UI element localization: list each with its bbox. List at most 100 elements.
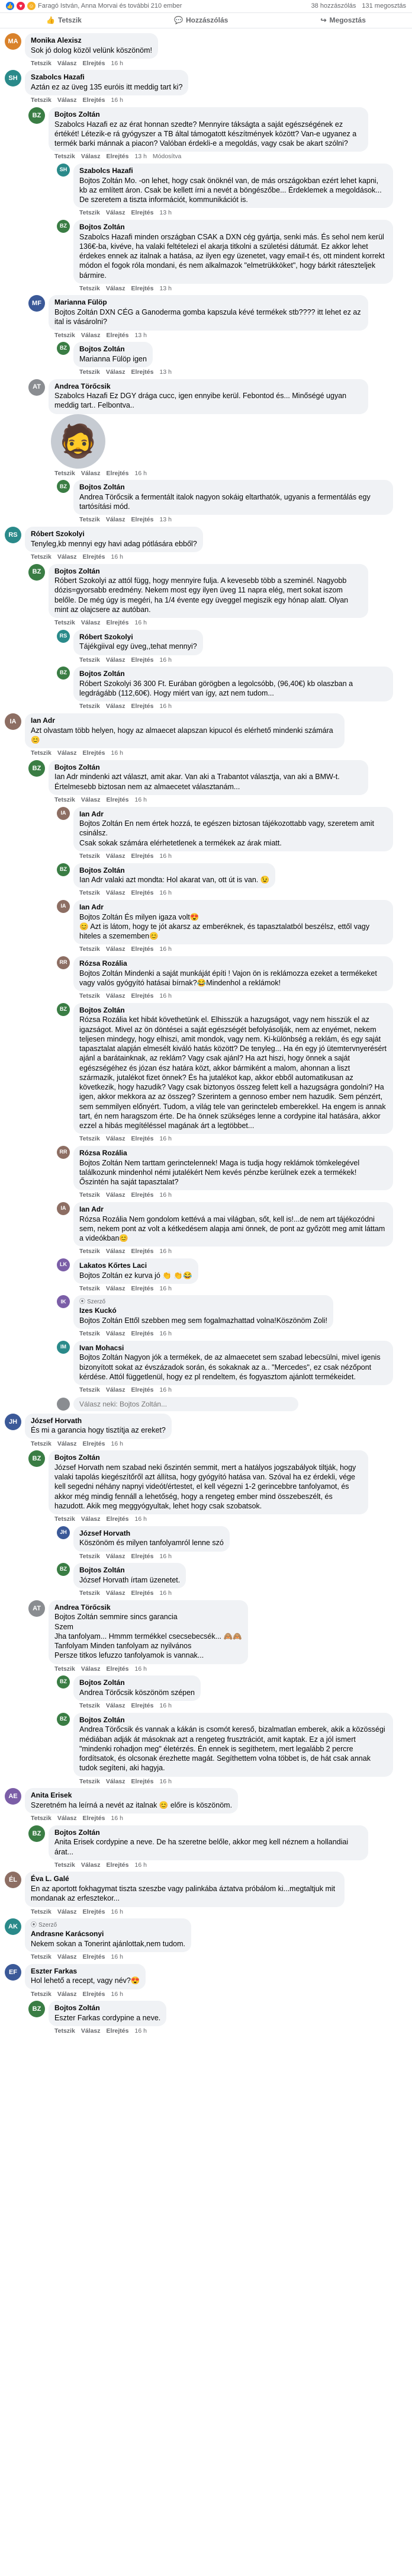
- avatar[interactable]: SH: [5, 70, 21, 87]
- comment-author[interactable]: Ian Adr: [79, 810, 387, 819]
- comment-author[interactable]: Éva L. Galé: [31, 1875, 339, 1884]
- avatar[interactable]: BZ: [28, 760, 45, 777]
- avatar[interactable]: BZ: [28, 1825, 45, 1842]
- hide-link[interactable]: Elrejtés: [83, 1908, 105, 1917]
- avatar[interactable]: AE: [5, 1788, 21, 1805]
- reply-input-field[interactable]: [73, 1396, 298, 1411]
- hide-link[interactable]: Elrejtés: [131, 1285, 154, 1293]
- avatar[interactable]: LK: [57, 1258, 70, 1271]
- reply-link[interactable]: Válasz: [106, 656, 125, 665]
- comment-author[interactable]: Marianna Fülöp: [54, 298, 362, 307]
- avatar[interactable]: BZ: [57, 219, 70, 233]
- like-button[interactable]: 👍 Tetszik: [46, 16, 82, 25]
- comment-button[interactable]: 💬 Hozzászólás: [174, 16, 228, 25]
- like-link[interactable]: Tetszik: [54, 1665, 75, 1674]
- avatar[interactable]: MA: [5, 33, 21, 50]
- like-link[interactable]: Tetszik: [79, 656, 100, 665]
- comment-author[interactable]: Andrasne Karácsonyi: [31, 1930, 185, 1939]
- reaction-summary[interactable]: 👍 ♥ ☺ Faragó István, Anna Morvai és tová…: [6, 2, 182, 11]
- like-link[interactable]: Tetszik: [79, 1248, 100, 1256]
- reply-link[interactable]: Válasz: [106, 1285, 125, 1293]
- hide-link[interactable]: Elrejtés: [131, 369, 154, 377]
- reply-link[interactable]: Válasz: [106, 209, 125, 217]
- hide-link[interactable]: Elrejtés: [131, 1330, 154, 1338]
- comment-author[interactable]: Bojtos Zoltán: [54, 1453, 362, 1463]
- avatar[interactable]: EF: [5, 1963, 21, 1981]
- hide-link[interactable]: Elrejtés: [83, 749, 105, 758]
- reply-link[interactable]: Válasz: [81, 1665, 101, 1674]
- reply-link[interactable]: Válasz: [106, 946, 125, 954]
- hide-link[interactable]: Elrejtés: [131, 285, 154, 293]
- avatar[interactable]: BZ: [57, 1675, 70, 1689]
- reply-link[interactable]: Válasz: [106, 1135, 125, 1143]
- avatar[interactable]: RS: [5, 527, 21, 544]
- avatar[interactable]: BZ: [57, 863, 70, 876]
- comment-author[interactable]: Bojtos Zoltán: [79, 866, 269, 876]
- comment-author[interactable]: Róbert Szokolyi: [31, 530, 197, 539]
- like-link[interactable]: Tetszik: [79, 1191, 100, 1200]
- comment-author[interactable]: Bojtos Zoltán: [54, 763, 362, 773]
- hide-link[interactable]: Elrejtés: [107, 796, 129, 805]
- avatar[interactable]: BZ: [28, 2001, 45, 2018]
- like-link[interactable]: Tetszik: [54, 796, 75, 805]
- like-link[interactable]: Tetszik: [79, 209, 100, 217]
- avatar[interactable]: IA: [57, 899, 70, 913]
- avatar[interactable]: ÉL: [5, 1872, 21, 1889]
- hide-link[interactable]: Elrejtés: [131, 1135, 154, 1143]
- share-count[interactable]: 131 megosztás: [362, 2, 406, 10]
- comment-author[interactable]: Andrea Törőcsik: [54, 1603, 242, 1613]
- like-link[interactable]: Tetszik: [31, 749, 52, 758]
- like-link[interactable]: Tetszik: [79, 992, 100, 1001]
- comment-author[interactable]: Szabolcs Hazafi: [79, 166, 387, 176]
- like-link[interactable]: Tetszik: [79, 1778, 100, 1786]
- reply-link[interactable]: Válasz: [106, 1191, 125, 1200]
- like-link[interactable]: Tetszik: [79, 285, 100, 293]
- avatar[interactable]: BZ: [57, 1712, 70, 1726]
- like-link[interactable]: Tetszik: [79, 1330, 100, 1338]
- comment-author[interactable]: Bojtos Zoltán: [79, 1566, 180, 1575]
- reply-link[interactable]: Válasz: [81, 470, 101, 478]
- comment-author[interactable]: Bojtos Zoltán: [79, 1716, 387, 1725]
- avatar[interactable]: IA: [5, 713, 21, 730]
- hide-link[interactable]: Elrejtés: [83, 60, 105, 68]
- comment-author[interactable]: Eszter Farkas: [31, 1967, 140, 1976]
- like-link[interactable]: Tetszik: [31, 60, 52, 68]
- comment-author[interactable]: Bojtos Zoltán: [54, 1828, 362, 1838]
- hide-link[interactable]: Elrejtés: [131, 946, 154, 954]
- reply-link[interactable]: Válasz: [106, 992, 125, 1001]
- comment-author[interactable]: Ian Adr: [79, 1205, 387, 1215]
- reply-link[interactable]: Válasz: [57, 1991, 77, 1999]
- reply-link[interactable]: Válasz: [106, 1553, 125, 1561]
- like-link[interactable]: Tetszik: [54, 1861, 75, 1870]
- reply-link[interactable]: Válasz: [81, 153, 101, 161]
- comment-author[interactable]: Ivan Mohacsi: [79, 1344, 387, 1353]
- avatar[interactable]: MF: [28, 295, 45, 312]
- hide-link[interactable]: Elrejtés: [131, 1702, 154, 1710]
- reply-link[interactable]: Válasz: [106, 1248, 125, 1256]
- avatar[interactable]: IK: [57, 1295, 70, 1309]
- like-link[interactable]: Tetszik: [79, 1285, 100, 1293]
- avatar[interactable]: SH: [57, 163, 70, 177]
- like-link[interactable]: Tetszik: [31, 1991, 52, 1999]
- comment-author[interactable]: Andrea Törőcsik: [54, 382, 362, 392]
- like-link[interactable]: Tetszik: [31, 1953, 52, 1962]
- avatar[interactable]: RR: [57, 1145, 70, 1159]
- avatar[interactable]: BZ: [28, 107, 45, 124]
- comment-author[interactable]: Ian Adr: [31, 716, 339, 726]
- avatar[interactable]: RR: [57, 956, 70, 969]
- reply-link[interactable]: Válasz: [106, 1590, 125, 1598]
- avatar[interactable]: RS: [57, 629, 70, 643]
- like-link[interactable]: Tetszik: [31, 1908, 52, 1917]
- avatar[interactable]: AT: [28, 1600, 45, 1617]
- hide-link[interactable]: Elrejtés: [107, 470, 129, 478]
- like-link[interactable]: Tetszik: [31, 97, 52, 105]
- comment-author[interactable]: Bojtos Zoltán: [54, 567, 362, 576]
- reply-link[interactable]: Válasz: [57, 60, 77, 68]
- comment-author[interactable]: Rózsa Rozália: [79, 1149, 387, 1158]
- comment-author[interactable]: Anita Erisek: [31, 1791, 232, 1800]
- comment-author[interactable]: Rózsa Rozália: [79, 959, 387, 969]
- reply-link[interactable]: Válasz: [57, 1440, 77, 1449]
- reply-link[interactable]: Válasz: [106, 1386, 125, 1395]
- avatar[interactable]: BZ: [28, 563, 45, 581]
- like-link[interactable]: Tetszik: [79, 1386, 100, 1395]
